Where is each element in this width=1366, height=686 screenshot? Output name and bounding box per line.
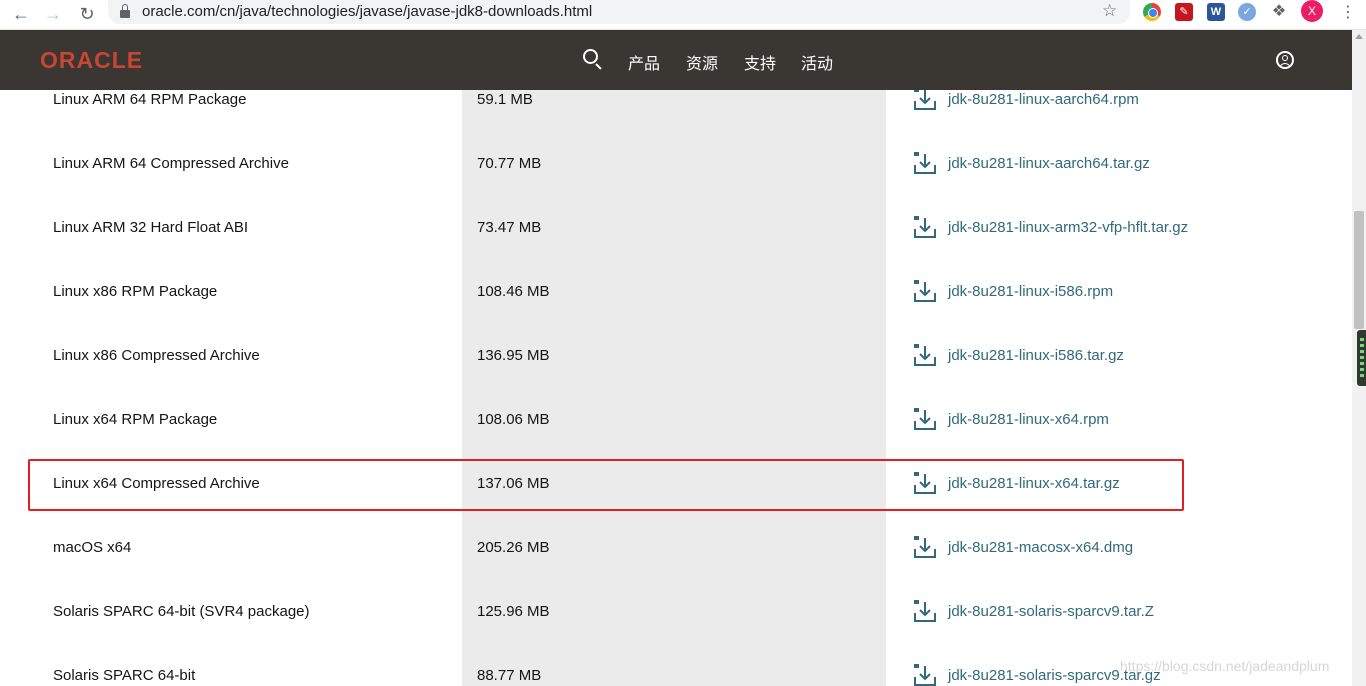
back-arrow-icon[interactable]: ← xyxy=(9,2,33,26)
product-cell: Linux x64 RPM Package xyxy=(38,391,462,455)
file-size: 108.46 MB xyxy=(477,283,550,300)
download-icon[interactable] xyxy=(913,407,937,431)
size-cell: 205.26 MB xyxy=(462,519,886,583)
search-icon[interactable] xyxy=(583,49,603,70)
product-name: Linux ARM 32 Hard Float ABI xyxy=(53,219,249,236)
file-size: 59.1 MB xyxy=(477,91,533,108)
forward-arrow-icon[interactable]: → xyxy=(41,2,65,26)
side-widget-icon[interactable] xyxy=(1357,330,1366,386)
download-link[interactable]: jdk-8u281-macosx-x64.dmg xyxy=(948,539,1133,556)
extensions-puzzle-icon[interactable]: ❖ xyxy=(1270,3,1288,21)
download-icon[interactable] xyxy=(913,343,937,367)
watermark: https://blog.csdn.net/jadeandplum xyxy=(1120,658,1330,674)
download-icon[interactable] xyxy=(913,215,937,239)
file-size: 70.77 MB xyxy=(477,155,542,172)
download-link[interactable]: jdk-8u281-linux-x64.rpm xyxy=(948,411,1109,428)
file-size: 73.47 MB xyxy=(477,219,542,236)
download-icon[interactable] xyxy=(913,279,937,303)
product-cell: Linux x86 Compressed Archive xyxy=(38,327,462,391)
file-size: 125.96 MB xyxy=(477,603,550,620)
download-link[interactable]: jdk-8u281-linux-i586.tar.gz xyxy=(948,347,1124,364)
reload-icon[interactable]: ↻ xyxy=(75,2,99,26)
table-row: Linux ARM 64 Compressed Archive 70.77 MB j… xyxy=(38,135,1311,199)
profile-avatar[interactable]: X xyxy=(1301,0,1323,22)
download-cell: jdk-8u281-solaris-sparcv9.tar.Z xyxy=(886,583,1311,647)
download-link[interactable]: jdk-8u281-solaris-sparcv9.tar.Z xyxy=(948,603,1154,620)
browser-toolbar: ← → ↻ oracle.com/cn/java/technologies/ja… xyxy=(0,0,1366,30)
product-name: Linux x86 RPM Package xyxy=(53,283,218,300)
size-cell: 108.06 MB xyxy=(462,391,886,455)
file-size: 108.06 MB xyxy=(477,411,550,428)
size-cell: 125.96 MB xyxy=(462,583,886,647)
download-cell: jdk-8u281-linux-i586.tar.gz xyxy=(886,327,1311,391)
download-link[interactable]: jdk-8u281-linux-aarch64.rpm xyxy=(948,91,1139,108)
size-cell: 59.1 MB xyxy=(462,90,886,135)
highlight-box xyxy=(28,459,1184,511)
file-size: 136.95 MB xyxy=(477,347,550,364)
table-row: Linux ARM 64 RPM Package 59.1 MB jdk-8u281… xyxy=(38,90,1311,135)
download-link[interactable]: jdk-8u281-linux-i586.rpm xyxy=(948,283,1113,300)
size-cell: 108.46 MB xyxy=(462,263,886,327)
download-icon[interactable] xyxy=(913,535,937,559)
chrome-extension-icon[interactable] xyxy=(1143,3,1161,21)
product-name: Solaris SPARC 64-bit (SVR4 package) xyxy=(53,603,310,620)
size-cell: 136.95 MB xyxy=(462,327,886,391)
product-name: Solaris SPARC 64-bit xyxy=(53,667,196,684)
lock-icon[interactable] xyxy=(120,4,130,18)
product-name: Linux x86 Compressed Archive xyxy=(53,347,260,364)
oracle-header: ORACLE 产品 资源 支持 活动 xyxy=(0,30,1352,90)
account-icon[interactable] xyxy=(1276,51,1294,69)
product-name: Linux ARM 64 RPM Package xyxy=(53,91,247,108)
download-icon[interactable] xyxy=(913,151,937,175)
product-cell: Linux ARM 64 Compressed Archive xyxy=(38,135,462,199)
product-cell: Linux x86 RPM Package xyxy=(38,263,462,327)
scroll-up-arrow-icon[interactable] xyxy=(1355,34,1363,39)
nav-item-events[interactable]: 活动 xyxy=(801,50,833,74)
bookmark-star-icon[interactable]: ☆ xyxy=(1102,1,1117,21)
download-cell: jdk-8u281-linux-aarch64.tar.gz xyxy=(886,135,1311,199)
downloads-table: Linux ARM 64 RPM Package 59.1 MB jdk-8u281… xyxy=(38,90,1311,686)
table-row: Linux x86 RPM Package 108.46 MB jdk-8u281-… xyxy=(38,263,1311,327)
product-cell: macOS x64 xyxy=(38,519,462,583)
download-icon[interactable] xyxy=(913,663,937,686)
file-size: 88.77 MB xyxy=(477,667,542,684)
nav-item-products[interactable]: 产品 xyxy=(628,50,660,74)
table-row: macOS x64 205.26 MB jdk-8u281-macosx-x64.d… xyxy=(38,519,1311,583)
download-link[interactable]: jdk-8u281-linux-aarch64.tar.gz xyxy=(948,155,1150,172)
nav-item-resources[interactable]: 资源 xyxy=(686,50,718,74)
download-icon[interactable] xyxy=(913,599,937,623)
download-cell: jdk-8u281-linux-arm32-vfp-hflt.tar.gz xyxy=(886,199,1311,263)
table-row: Solaris SPARC 64-bit (SVR4 package) 125.9… xyxy=(38,583,1311,647)
table-row: Linux x86 Compressed Archive 136.95 MB jdk… xyxy=(38,327,1311,391)
nav-item-support[interactable]: 支持 xyxy=(744,50,776,74)
product-name: macOS x64 xyxy=(53,539,132,556)
pdf-extension-icon[interactable]: ✎ xyxy=(1175,3,1193,21)
download-cell: jdk-8u281-linux-i586.rpm xyxy=(886,263,1311,327)
address-url[interactable]: oracle.com/cn/java/technologies/javase/j… xyxy=(142,3,592,20)
size-cell: 70.77 MB xyxy=(462,135,886,199)
download-cell: jdk-8u281-linux-x64.rpm xyxy=(886,391,1311,455)
product-name: Linux x64 RPM Package xyxy=(53,411,218,428)
size-cell: 73.47 MB xyxy=(462,199,886,263)
file-size: 205.26 MB xyxy=(477,539,550,556)
download-icon[interactable] xyxy=(913,90,937,111)
product-cell: Linux ARM 32 Hard Float ABI xyxy=(38,199,462,263)
download-link[interactable]: jdk-8u281-linux-arm32-vfp-hflt.tar.gz xyxy=(948,219,1188,236)
download-cell: jdk-8u281-linux-aarch64.rpm xyxy=(886,90,1311,135)
table-row: Linux x64 RPM Package 108.06 MB jdk-8u281-… xyxy=(38,391,1311,455)
product-cell: Linux ARM 64 RPM Package xyxy=(38,90,462,135)
table-row: Linux ARM 32 Hard Float ABI 73.47 MB jdk-8… xyxy=(38,199,1311,263)
download-cell: jdk-8u281-macosx-x64.dmg xyxy=(886,519,1311,583)
oracle-logo[interactable]: ORACLE xyxy=(40,47,143,74)
size-cell: 88.77 MB xyxy=(462,647,886,686)
address-bar[interactable]: oracle.com/cn/java/technologies/javase/j… xyxy=(108,0,1130,24)
product-name: Linux ARM 64 Compressed Archive xyxy=(53,155,289,172)
browser-menu-icon[interactable]: ⋮ xyxy=(1340,2,1356,22)
scroll-thumb[interactable] xyxy=(1354,211,1364,329)
product-cell: Solaris SPARC 64-bit xyxy=(38,647,462,686)
word-extension-icon[interactable]: W xyxy=(1207,3,1225,21)
product-cell: Solaris SPARC 64-bit (SVR4 package) xyxy=(38,583,462,647)
globe-extension-icon[interactable]: ✓ xyxy=(1238,3,1256,21)
